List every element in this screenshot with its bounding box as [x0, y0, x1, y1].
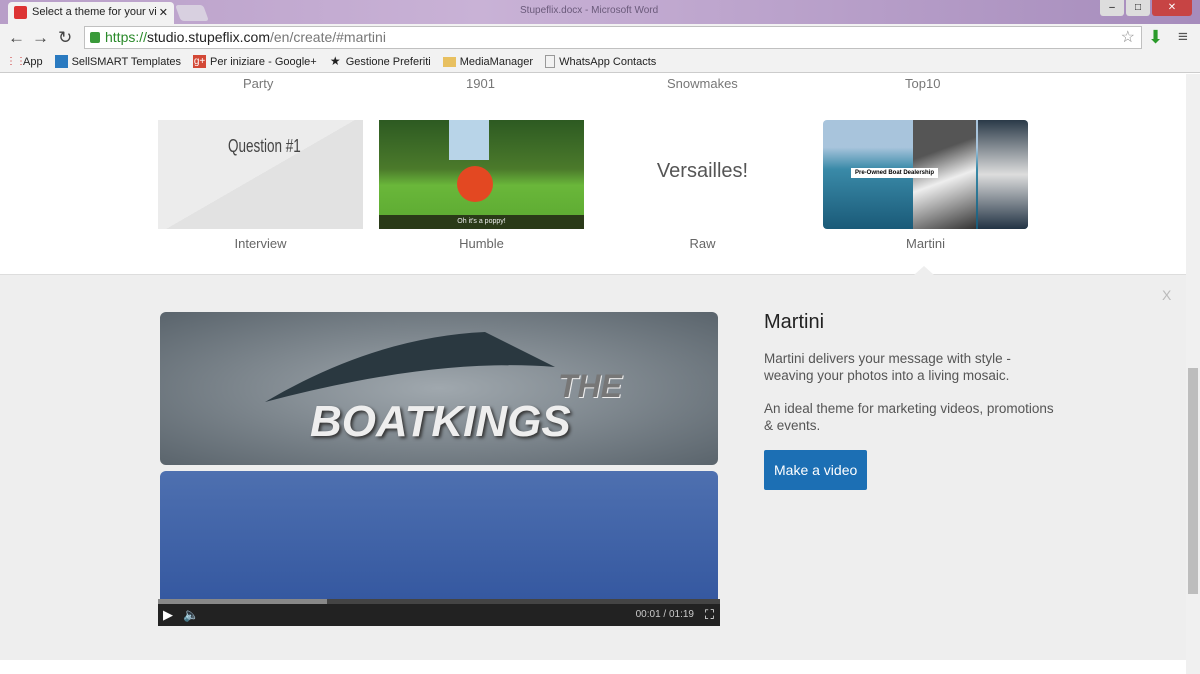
apps-icon: ⋮⋮: [6, 56, 26, 67]
volume-icon[interactable]: 🔈: [183, 607, 199, 623]
theme-label-humble[interactable]: Humble: [379, 236, 584, 251]
window-title: Stupeflix.docx - Microsoft Word: [520, 5, 659, 16]
poppy-image: [457, 166, 493, 202]
bookmark-gestione[interactable]: ★ Gestione Preferiti: [329, 55, 431, 68]
panel-pointer: [914, 266, 934, 275]
theme-label[interactable]: Top10: [905, 76, 940, 92]
lock-icon: [90, 32, 100, 43]
thumb-caption: Oh it's a poppy!: [379, 215, 584, 229]
tab-title: Select a theme for your vi: [32, 6, 157, 18]
bookmark-mediamanager[interactable]: MediaManager: [442, 55, 534, 68]
video-player[interactable]: THE BOATKINGS ▶ 🔈 00:01 / 01:19 ⛶: [158, 312, 720, 628]
bookmark-star-icon[interactable]: ☆: [1121, 27, 1135, 47]
bookmark-label: Gestione Preferiti: [345, 55, 431, 68]
fullscreen-icon[interactable]: ⛶: [705, 607, 714, 623]
theme-use-cases: An ideal theme for marketing videos, pro…: [764, 401, 1054, 433]
video-frame-lower: [160, 471, 718, 601]
theme-info: Martini Martini delivers your message wi…: [764, 311, 1064, 490]
theme-label[interactable]: Snowmakes: [667, 76, 738, 92]
theme-label-raw[interactable]: Raw: [600, 236, 805, 251]
toolbar: ← → ↻ https://studio.stupeflix.com/en/cr…: [0, 24, 1200, 51]
close-window-button[interactable]: ✕: [1152, 0, 1192, 16]
thumb-text: Versailles!: [656, 160, 749, 182]
download-icon[interactable]: ⬇: [1148, 27, 1163, 48]
thumb-caption: Pre-Owned Boat Dealership: [851, 168, 939, 178]
bookmark-label: Per iniziare - Google+: [210, 55, 317, 68]
page-icon: [545, 55, 556, 68]
theme-label[interactable]: Party: [243, 76, 273, 92]
theme-thumb-humble[interactable]: Oh it's a poppy!: [379, 120, 584, 229]
theme-label-interview[interactable]: Interview: [158, 236, 363, 251]
bookmark-app[interactable]: ⋮⋮ App: [6, 55, 43, 68]
gplus-icon: g+: [193, 55, 207, 68]
back-icon[interactable]: ←: [8, 28, 25, 48]
theme-title: Martini: [764, 311, 825, 333]
maximize-button[interactable]: □: [1126, 0, 1150, 16]
folder-icon: [442, 56, 456, 67]
theme-detail-panel: X THE BOATKINGS ▶ 🔈 00:01 / 01:19 ⛶ Mart…: [0, 266, 1186, 660]
address-bar[interactable]: https://studio.stupeflix.com/en/create/#…: [84, 26, 1142, 49]
bookmark-sellsmart[interactable]: SellSMART Templates: [54, 55, 182, 68]
video-time: 00:01 / 01:19: [635, 609, 694, 620]
theme-thumb-interview[interactable]: Question #1: [158, 120, 363, 229]
logo-text: BOATKINGS: [310, 397, 571, 446]
star-icon: ★: [329, 54, 341, 68]
new-tab-button[interactable]: [175, 5, 209, 21]
title-bar: Select a theme for your vi ✕ Stupeflix.do…: [0, 0, 1200, 24]
make-video-button[interactable]: Make a video: [764, 450, 868, 490]
bookmark-label: App: [23, 55, 43, 68]
site-icon: [54, 55, 68, 68]
bookmarks-bar: ⋮⋮ App SellSMART Templates g+ Per iniziare…: [0, 51, 1200, 73]
play-icon[interactable]: ▶: [163, 607, 173, 623]
reload-icon[interactable]: ↻: [58, 28, 72, 48]
theme-thumb-raw[interactable]: Versailles!: [600, 120, 805, 229]
url-scheme: https://: [105, 29, 148, 45]
bookmark-label: SellSMART Templates: [71, 55, 182, 68]
bookmark-label: MediaManager: [459, 55, 534, 68]
menu-icon[interactable]: ≡: [1178, 27, 1188, 47]
favicon-icon: [14, 6, 27, 19]
video-frame-logo: THE BOATKINGS: [160, 312, 718, 465]
bookmark-whatsapp[interactable]: WhatsApp Contacts: [545, 55, 656, 68]
panel-close-button[interactable]: X: [1162, 287, 1171, 303]
minimize-button[interactable]: –: [1100, 0, 1124, 16]
theme-label-martini[interactable]: Martini: [823, 236, 1028, 251]
tab-close-icon[interactable]: ✕: [159, 6, 168, 19]
forward-icon[interactable]: →: [32, 28, 49, 48]
bookmark-google-plus[interactable]: g+ Per iniziare - Google+: [193, 55, 317, 68]
scrollbar[interactable]: [1186, 74, 1200, 674]
video-progress-bar[interactable]: [158, 599, 720, 604]
url-host: studio.stupeflix.com: [147, 29, 270, 45]
theme-thumb-martini[interactable]: Pre-Owned Boat Dealership: [823, 120, 1028, 229]
bookmark-label: WhatsApp Contacts: [559, 55, 657, 68]
thumb-text: Question #1: [228, 136, 301, 156]
browser-tab[interactable]: Select a theme for your vi ✕: [8, 2, 174, 24]
page-content: Party 1901 Snowmakes Top10 Question #1 I…: [0, 74, 1186, 674]
scrollbar-thumb[interactable]: [1188, 368, 1198, 594]
url-path: /en/create/#martini: [269, 29, 386, 45]
video-controls: ▶ 🔈 00:01 / 01:19 ⛶: [158, 599, 720, 626]
theme-description: Martini delivers your message with style…: [764, 351, 1011, 383]
theme-label[interactable]: 1901: [466, 76, 495, 92]
